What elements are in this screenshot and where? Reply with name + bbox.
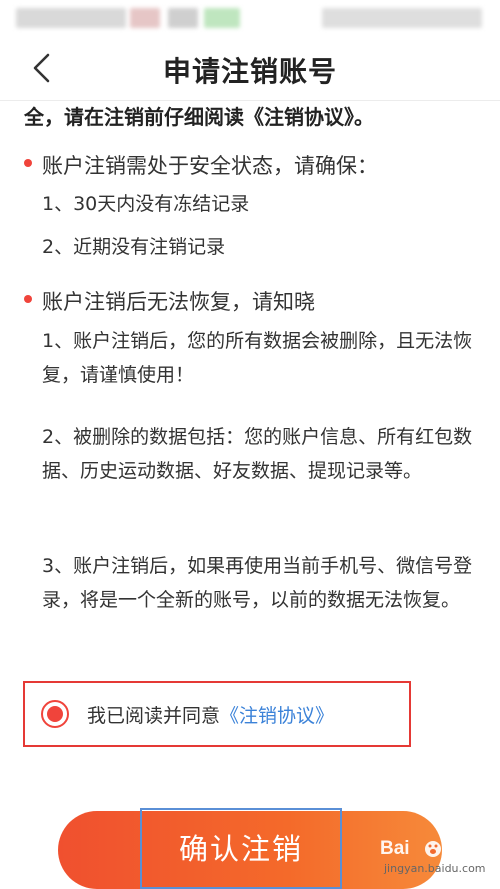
app-header: 申请注销账号 — [0, 38, 500, 101]
status-blur-icon-b — [168, 8, 198, 28]
list-item: 2、被删除的数据包括：您的账户信息、所有红包数据、历史运动数据、好友数据、提现记… — [42, 426, 473, 482]
list-item: 3、账户注销后，如果再使用当前手机号、微信号登录，将是一个全新的账号，以前的数据… — [42, 555, 473, 611]
status-blur-icon-c — [204, 8, 240, 28]
status-blur-left — [16, 8, 126, 28]
status-bar — [0, 0, 500, 38]
agreement-text: 我已阅读并同意《注销协议》 — [87, 701, 334, 728]
baidu-paw-icon — [425, 841, 441, 857]
watermark-brand: Bai — [380, 838, 410, 859]
intro-text: 全，请在注销前仔细阅读《注销协议》。 — [24, 105, 374, 129]
status-blur-right — [322, 8, 482, 28]
agreement-checkbox-row[interactable]: 我已阅读并同意《注销协议》 — [23, 681, 411, 747]
confirm-button-label: 确认注销 — [178, 832, 303, 866]
page-title: 申请注销账号 — [162, 55, 337, 88]
section-title-safety: 账户注销需处于安全状态，请确保： — [42, 154, 378, 178]
list-item: 1、账户注销后，您的所有数据会被删除，且无法恢复，请谨慎使用！ — [42, 330, 473, 386]
list-item: 2、近期没有注销记录 — [42, 236, 226, 258]
radio-checked-icon[interactable] — [41, 700, 69, 728]
agreement-link[interactable]: 《注销协议》 — [220, 705, 334, 727]
radio-dot — [47, 706, 63, 722]
red-dot-icon — [24, 159, 32, 167]
red-dot-icon — [24, 295, 32, 303]
status-blur-icon-a — [130, 8, 160, 28]
list-item: 1、30天内没有冻结记录 — [42, 193, 250, 215]
watermark: Bai 经验 jingyan.baidu.com — [380, 838, 490, 878]
watermark-suffix: 经验 — [444, 844, 477, 863]
section-title-irreversible: 账户注销后无法恢复，请知晓 — [42, 290, 315, 314]
watermark-url: jingyan.baidu.com — [384, 862, 486, 875]
agreement-label: 我已阅读并同意 — [87, 705, 221, 727]
